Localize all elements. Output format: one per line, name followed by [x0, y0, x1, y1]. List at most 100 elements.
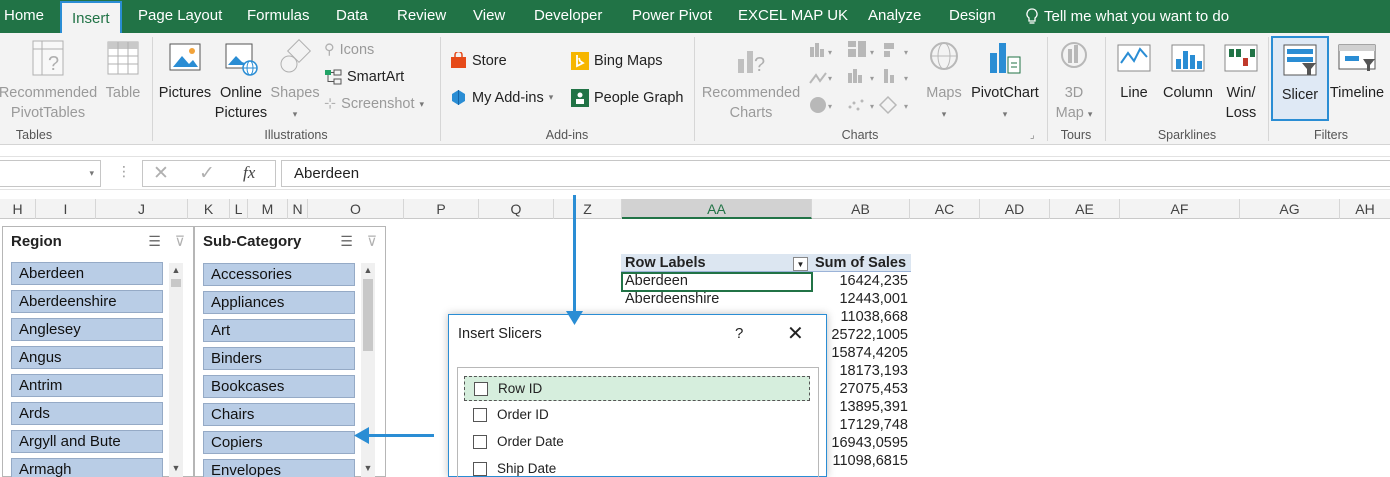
column-header[interactable]: AG: [1240, 199, 1340, 219]
checkbox[interactable]: [473, 461, 487, 476]
slicer-scrollbar[interactable]: ▲ ▼: [361, 263, 375, 477]
column-header[interactable]: AC: [910, 199, 980, 219]
pivot-value[interactable]: 13895,391: [813, 399, 908, 415]
scroll-up-icon[interactable]: ▲: [169, 265, 183, 275]
help-icon[interactable]: ?: [735, 325, 743, 342]
slicer-button[interactable]: Slicer: [1271, 36, 1329, 121]
column-header-selected[interactable]: AA: [622, 199, 812, 219]
sparkline-line-button[interactable]: Line: [1112, 39, 1156, 103]
slicer-item[interactable]: Accessories: [203, 263, 355, 286]
tab-view[interactable]: View: [473, 0, 505, 33]
enter-icon[interactable]: ✓: [199, 162, 215, 185]
slicer-field-list[interactable]: Row ID Order ID Order Date Ship Date: [457, 367, 819, 477]
pivot-value[interactable]: 15874,4205: [813, 345, 908, 361]
name-box[interactable]: ▾: [0, 160, 101, 187]
scroll-up-icon[interactable]: ▲: [361, 265, 375, 275]
column-header[interactable]: O: [308, 199, 404, 219]
formula-bar-grip-icon[interactable]: ⋮: [117, 163, 131, 180]
table-button[interactable]: Table: [102, 39, 144, 103]
bing-maps-button[interactable]: Bing Maps: [571, 52, 663, 70]
multi-select-icon[interactable]: ☰: [148, 233, 161, 250]
checkbox[interactable]: [473, 434, 487, 449]
column-header[interactable]: AD: [980, 199, 1050, 219]
slicer-item[interactable]: Chairs: [203, 403, 355, 426]
tab-data[interactable]: Data: [336, 0, 368, 33]
column-header[interactable]: J: [96, 199, 188, 219]
slicer-item[interactable]: Binders: [203, 347, 355, 370]
tab-formulas[interactable]: Formulas: [247, 0, 310, 33]
multi-select-icon[interactable]: ☰: [340, 233, 353, 250]
tab-page-layout[interactable]: Page Layout: [138, 0, 222, 33]
column-header[interactable]: M: [248, 199, 288, 219]
column-header[interactable]: N: [288, 199, 308, 219]
slicer-item[interactable]: Art: [203, 319, 355, 342]
column-header[interactable]: L: [230, 199, 248, 219]
pivot-value[interactable]: 27075,453: [813, 381, 908, 397]
store-button[interactable]: Store: [450, 52, 507, 69]
screenshot-button[interactable]: ⊹ Screenshot ▾: [324, 96, 424, 112]
pivot-value[interactable]: 16424,235: [813, 273, 908, 289]
close-icon[interactable]: ✕: [787, 321, 804, 346]
slicer-item[interactable]: Antrim: [11, 374, 163, 397]
slicer-item[interactable]: Aberdeenshire: [11, 290, 163, 313]
pivotchart-button[interactable]: PivotChart ▾: [968, 39, 1042, 124]
formula-input[interactable]: Aberdeen: [281, 160, 1390, 187]
online-pictures-button[interactable]: Online Pictures: [214, 39, 268, 123]
slicer-item[interactable]: Appliances: [203, 291, 355, 314]
pivot-row-labels-header[interactable]: Row Labels: [625, 255, 706, 271]
checkbox[interactable]: [474, 381, 488, 396]
maps-button[interactable]: Maps ▾: [922, 39, 966, 124]
tab-power-pivot[interactable]: Power Pivot: [632, 0, 712, 33]
tab-insert[interactable]: Insert: [60, 1, 122, 33]
insert-function-icon[interactable]: fx: [243, 163, 255, 183]
tab-design[interactable]: Design: [949, 0, 996, 33]
filter-dropdown-icon[interactable]: ▼: [793, 257, 808, 271]
recommended-pivottables-button[interactable]: ? Recommended PivotTables: [0, 39, 102, 123]
timeline-button[interactable]: Timeline: [1328, 39, 1386, 103]
column-header[interactable]: I: [36, 199, 96, 219]
field-checkbox-row[interactable]: Ship Date: [464, 456, 810, 477]
slicer-item[interactable]: Copiers: [203, 431, 355, 454]
recommended-charts-button[interactable]: ? Recommended Charts: [700, 39, 802, 123]
sparkline-winloss-button[interactable]: Win/ Loss: [1219, 39, 1263, 123]
cancel-icon[interactable]: ✕: [153, 162, 169, 185]
tab-home[interactable]: Home: [4, 0, 44, 33]
scroll-thumb[interactable]: [171, 279, 181, 287]
my-addins-button[interactable]: My Add-ins ▾: [450, 89, 553, 106]
sparkline-column-button[interactable]: Column: [1160, 39, 1216, 103]
smartart-button[interactable]: SmartArt: [324, 69, 404, 85]
field-checkbox-row[interactable]: Order Date: [464, 429, 810, 454]
field-checkbox-row[interactable]: Order ID: [464, 402, 810, 427]
tell-me-box[interactable]: Tell me what you want to do: [1026, 0, 1229, 33]
column-header[interactable]: P: [404, 199, 479, 219]
slicer-item[interactable]: Envelopes: [203, 459, 355, 477]
tab-review[interactable]: Review: [397, 0, 446, 33]
shapes-button[interactable]: Shapes ▾: [268, 38, 322, 124]
pictures-button[interactable]: Pictures: [158, 39, 212, 103]
slicer-item[interactable]: Argyll and Bute: [11, 430, 163, 453]
pivot-row-label[interactable]: Aberdeen: [625, 273, 688, 289]
pivot-value[interactable]: 17129,748: [813, 417, 908, 433]
column-header[interactable]: Z: [554, 199, 622, 219]
slicer-scrollbar[interactable]: ▲ ▼: [169, 263, 183, 477]
column-header[interactable]: AE: [1050, 199, 1120, 219]
slicer-item[interactable]: Aberdeen: [11, 262, 163, 285]
slicer-item[interactable]: Armagh: [11, 458, 163, 477]
scroll-down-icon[interactable]: ▼: [361, 463, 375, 473]
slicer-item[interactable]: Anglesey: [11, 318, 163, 341]
field-checkbox-row[interactable]: Row ID: [464, 376, 810, 401]
tab-analyze[interactable]: Analyze: [868, 0, 921, 33]
insert-slicers-dialog[interactable]: Insert Slicers ? ✕ Row ID Order ID Order…: [448, 314, 827, 477]
people-graph-button[interactable]: People Graph: [571, 89, 683, 107]
pivot-value[interactable]: 12443,001: [813, 291, 908, 307]
column-header[interactable]: AH: [1340, 199, 1390, 219]
clear-filter-icon[interactable]: ⊽: [367, 233, 377, 250]
scroll-down-icon[interactable]: ▼: [169, 463, 183, 473]
name-box-caret-icon[interactable]: ▾: [89, 168, 94, 179]
charts-dialog-launcher-icon[interactable]: ⌟: [1030, 130, 1035, 141]
column-header[interactable]: AB: [812, 199, 910, 219]
icons-button[interactable]: ⚲ Icons: [324, 42, 374, 58]
slicer-item[interactable]: Ards: [11, 402, 163, 425]
pivot-value[interactable]: 16943,0595: [813, 435, 908, 451]
pivot-value[interactable]: 11098,6815: [813, 453, 908, 469]
